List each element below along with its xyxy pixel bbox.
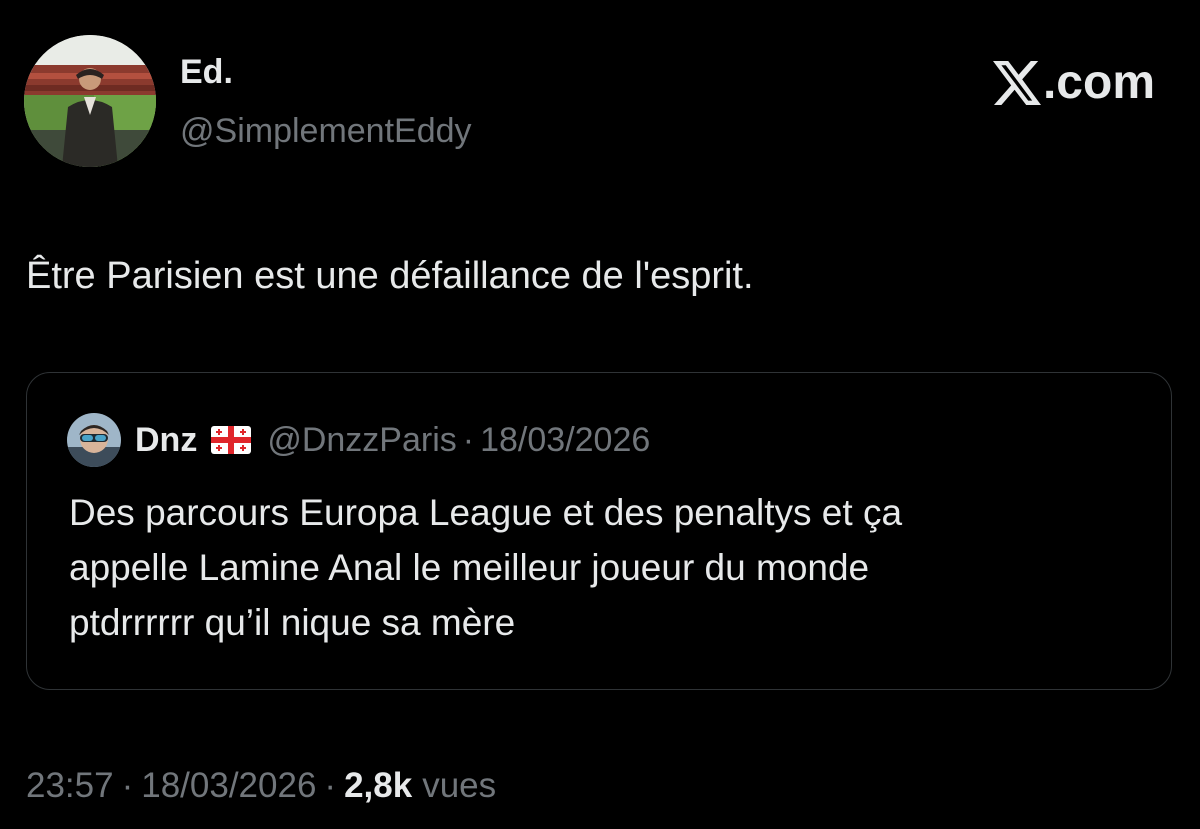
- quoted-author-avatar[interactable]: [67, 413, 121, 467]
- tweet-date[interactable]: 18/03/2026: [141, 766, 316, 806]
- tweet-meta: 23:57 · 18/03/2026 · 2,8k vues: [26, 760, 496, 812]
- quoted-tweet-line: ptdrrrrrr qu’il nique sa mère: [69, 602, 516, 643]
- author-avatar[interactable]: [24, 35, 156, 167]
- georgia-flag-icon: [211, 426, 252, 454]
- x-logo-icon: [992, 60, 1041, 105]
- separator-dot: ·: [121, 766, 134, 805]
- author-handle[interactable]: @SimplementEddy: [180, 109, 472, 153]
- views-label: vues: [422, 766, 497, 805]
- quoted-tweet-line: appelle Lamine Anal le meilleur joueur d…: [69, 547, 870, 588]
- quoted-author-name[interactable]: Dnz: [135, 421, 197, 460]
- brand-watermark: .com: [992, 55, 1155, 110]
- quoted-tweet-line: Des parcours Europa League et des penalt…: [69, 492, 903, 533]
- separator-dot: ·: [462, 420, 475, 459]
- author-name[interactable]: Ed.: [180, 52, 233, 92]
- quoted-tweet-card[interactable]: Dnz @DnzzParis · 18/03/2026 Des parcours…: [26, 372, 1172, 690]
- quoted-author-handle[interactable]: @DnzzParis: [267, 421, 456, 460]
- tweet-time[interactable]: 23:57: [26, 766, 114, 806]
- tweet-text: Être Parisien est une défaillance de l'e…: [26, 255, 754, 297]
- quoted-tweet-text: Des parcours Europa League et des penalt…: [69, 485, 1129, 650]
- quoted-tweet-date[interactable]: 18/03/2026: [480, 421, 650, 460]
- views-count[interactable]: 2,8k: [344, 766, 412, 806]
- brand-text: .com: [1042, 56, 1155, 109]
- separator-dot: ·: [324, 766, 337, 805]
- quoted-tweet-header: Dnz @DnzzParis · 18/03/2026: [67, 413, 650, 467]
